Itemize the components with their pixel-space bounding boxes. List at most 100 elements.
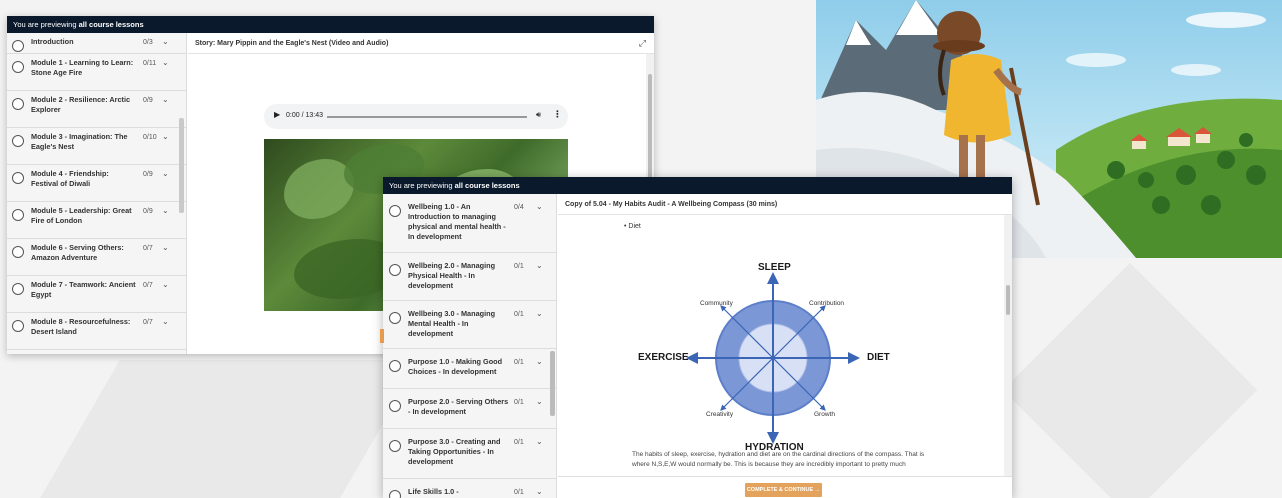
chevron-down-icon[interactable]: ⌄ bbox=[162, 280, 169, 289]
sidebar-scrollbar[interactable] bbox=[179, 118, 184, 213]
lesson-content: Copy of 5.04 - My Habits Audit - A Wellb… bbox=[558, 194, 1012, 498]
status-circle-icon[interactable] bbox=[389, 440, 401, 452]
compass-ne-label: Contribution bbox=[809, 300, 845, 307]
status-circle-icon[interactable] bbox=[389, 400, 401, 412]
status-circle-icon[interactable] bbox=[389, 205, 401, 217]
lesson-paragraph: The habits of sleep, exercise, hydration… bbox=[632, 451, 925, 468]
chevron-down-icon[interactable]: ⌄ bbox=[162, 317, 169, 326]
preview-banner: You are previewing all course lessons bbox=[7, 16, 654, 33]
chevron-down-icon[interactable]: ⌄ bbox=[536, 202, 543, 211]
chevron-down-icon[interactable]: ⌄ bbox=[536, 397, 543, 406]
course-player-window-2: You are previewing all course lessons We… bbox=[383, 177, 1012, 498]
chevron-down-icon[interactable]: ⌄ bbox=[536, 261, 543, 270]
status-circle-icon[interactable] bbox=[12, 135, 24, 147]
status-circle-icon[interactable] bbox=[389, 490, 401, 498]
status-circle-icon[interactable] bbox=[12, 209, 24, 221]
module-progress-count: 0/10 bbox=[143, 134, 157, 141]
background-watermark bbox=[1002, 262, 1258, 498]
chevron-down-icon[interactable]: ⌄ bbox=[536, 357, 543, 366]
volume-icon[interactable]: 🔊︎ bbox=[536, 110, 541, 120]
module-item[interactable]: Module 2 - Resilience: Arctic Explorer 0/… bbox=[7, 91, 186, 128]
module-item[interactable]: Wellbeing 2.0 - Managing Physical Health… bbox=[383, 253, 556, 301]
chevron-down-icon[interactable]: ⌄ bbox=[162, 37, 169, 46]
audio-time: 0:00 / 13:43 bbox=[286, 112, 323, 119]
compass-east-label: DIET bbox=[867, 352, 890, 363]
module-item[interactable]: Module 8 - Resourcefulness: Desert Islan… bbox=[7, 313, 186, 350]
course-sidebar: Introduction 0/3 ⌄ Module 1 - Learning to L… bbox=[7, 33, 187, 354]
module-item[interactable]: Module 1 - Learning to Learn: Stone Age … bbox=[7, 54, 186, 91]
module-progress-count: 0/7 bbox=[143, 282, 153, 289]
module-item[interactable]: Purpose 1.0 - Making Good Choices - In d… bbox=[383, 349, 556, 389]
chevron-down-icon[interactable]: ⌄ bbox=[536, 437, 543, 446]
module-progress-count: 0/1 bbox=[514, 311, 524, 318]
chevron-down-icon[interactable]: ⌄ bbox=[162, 95, 169, 104]
module-item[interactable]: Wellbeing 3.0 - Managing Mental Health -… bbox=[383, 301, 556, 349]
chevron-down-icon[interactable]: ⌄ bbox=[162, 169, 169, 178]
module-item[interactable]: Purpose 2.0 - Serving Others - In develo… bbox=[383, 389, 556, 429]
status-circle-icon[interactable] bbox=[12, 40, 24, 52]
chevron-down-icon[interactable]: ⌄ bbox=[162, 243, 169, 252]
expand-icon[interactable]: ⤢ bbox=[639, 33, 646, 54]
module-title: Purpose 1.0 - Making Good Choices - In d… bbox=[408, 357, 503, 376]
chevron-down-icon[interactable]: ⌄ bbox=[162, 206, 169, 215]
preview-banner: You are previewing all course lessons bbox=[383, 177, 1012, 194]
module-item[interactable]: Purpose 3.0 - Creating and Taking Opport… bbox=[383, 429, 556, 479]
status-circle-icon[interactable] bbox=[12, 283, 24, 295]
module-item[interactable]: Module 7 - Teamwork: Ancient Egypt 0/7 ⌄ bbox=[7, 276, 186, 313]
module-progress-count: 0/1 bbox=[514, 263, 524, 270]
module-title: Wellbeing 2.0 - Managing Physical Health… bbox=[408, 261, 496, 290]
compass-north-label: SLEEP bbox=[758, 262, 791, 273]
chevron-down-icon[interactable]: ⌄ bbox=[536, 487, 543, 496]
module-item[interactable]: Module 6 - Serving Others: Amazon Advent… bbox=[7, 239, 186, 276]
module-progress-count: 0/1 bbox=[514, 359, 524, 366]
module-title: Module 6 - Serving Others: Amazon Advent… bbox=[31, 243, 124, 262]
chevron-down-icon[interactable]: ⌄ bbox=[536, 309, 543, 318]
module-item[interactable]: Module 4 - Friendship: Festival of Diwal… bbox=[7, 165, 186, 202]
lesson-title: Story: Mary Pippin and the Eagle's Nest … bbox=[195, 40, 389, 47]
audio-progress-bar[interactable] bbox=[327, 116, 527, 118]
status-circle-icon[interactable] bbox=[389, 312, 401, 324]
compass-sw-label: Creativity bbox=[706, 411, 734, 418]
module-item[interactable]: Module 5 - Leadership: Great Fire of Lon… bbox=[7, 202, 186, 239]
module-item[interactable]: Wellbeing 1.0 - An Introduction to manag… bbox=[383, 194, 556, 253]
module-title: Module 5 - Leadership: Great Fire of Lon… bbox=[31, 206, 132, 225]
play-icon[interactable]: ▶ bbox=[274, 110, 280, 119]
chevron-down-icon[interactable]: ⌄ bbox=[162, 132, 169, 141]
status-circle-icon[interactable] bbox=[389, 264, 401, 276]
module-progress-count: 0/9 bbox=[143, 171, 153, 178]
module-title: Module 4 - Friendship: Festival of Diwal… bbox=[31, 169, 109, 188]
status-circle-icon[interactable] bbox=[12, 246, 24, 258]
module-item[interactable]: Module 3 - Imagination: The Eagle's Nest… bbox=[7, 128, 186, 165]
compass-se-label: Growth bbox=[814, 411, 835, 418]
status-circle-icon[interactable] bbox=[12, 172, 24, 184]
status-circle-icon[interactable] bbox=[12, 320, 24, 332]
status-circle-icon[interactable] bbox=[389, 360, 401, 372]
status-circle-icon[interactable] bbox=[12, 61, 24, 73]
module-progress-count: 0/7 bbox=[143, 319, 153, 326]
module-title: Purpose 2.0 - Serving Others - In develo… bbox=[408, 397, 509, 416]
module-progress-count: 0/9 bbox=[143, 97, 153, 104]
status-circle-icon[interactable] bbox=[12, 98, 24, 110]
module-title: Module 7 - Teamwork: Ancient Egypt bbox=[31, 280, 136, 299]
module-title: Module 1 - Learning to Learn: Stone Age … bbox=[31, 58, 134, 77]
complete-continue-button-partial[interactable] bbox=[380, 329, 384, 343]
sidebar-scrollbar[interactable] bbox=[550, 351, 555, 416]
module-item[interactable]: Life Skills 1.0 - Communication Skills &… bbox=[383, 479, 556, 498]
complete-continue-button[interactable]: COMPLETE & CONTINUE → bbox=[745, 483, 822, 497]
chevron-down-icon[interactable]: ⌄ bbox=[162, 58, 169, 67]
compass-west-label: EXERCISE bbox=[638, 352, 689, 363]
module-list: Introduction 0/3 ⌄ Module 1 - Learning to L… bbox=[7, 33, 186, 350]
module-title: Wellbeing 3.0 - Managing Mental Health -… bbox=[408, 309, 496, 338]
module-title: Module 3 - Imagination: The Eagle's Nest bbox=[31, 132, 128, 151]
module-title: Wellbeing 1.0 - An Introduction to manag… bbox=[408, 202, 506, 241]
module-progress-count: 0/7 bbox=[143, 245, 153, 252]
content-scrollbar[interactable] bbox=[1004, 215, 1012, 477]
module-title: Purpose 3.0 - Creating and Taking Opport… bbox=[408, 437, 501, 466]
more-options-icon[interactable]: ⋮ bbox=[553, 109, 562, 120]
module-title: Life Skills 1.0 - Communication Skills & bbox=[408, 487, 492, 498]
module-list: Wellbeing 1.0 - An Introduction to manag… bbox=[383, 194, 556, 498]
module-progress-count: 0/3 bbox=[143, 39, 153, 46]
module-title: Introduction bbox=[31, 37, 74, 46]
lesson-title-bar: Story: Mary Pippin and the Eagle's Nest … bbox=[188, 33, 654, 54]
module-item[interactable]: Introduction 0/3 ⌄ bbox=[7, 33, 186, 54]
